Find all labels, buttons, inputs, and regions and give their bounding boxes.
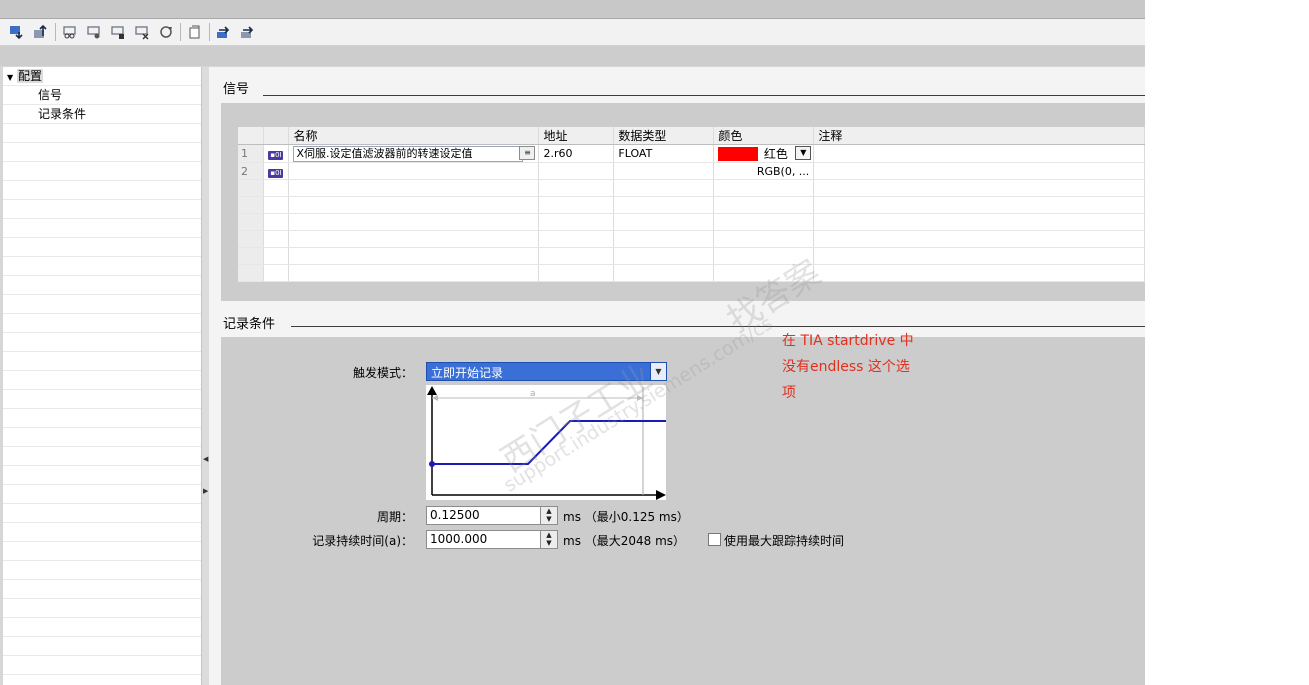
tree-root-configuration[interactable]: ▼ 配置 [7,68,43,85]
table-header-row: 名称 地址 数据类型 颜色 注释 [238,127,1145,145]
toolbar-separator [55,23,56,41]
trigger-mode-label: 触发模式： [352,366,413,380]
title-strip [0,0,1145,19]
annotation-line: 没有endless 这个选 [782,359,910,375]
browse-list-icon[interactable]: ≡ [519,146,536,160]
signal-datatype[interactable] [613,162,715,180]
signal-comment[interactable] [813,162,1145,180]
color-name: 红色 [763,147,788,161]
upload-icon[interactable] [32,23,50,41]
table-row[interactable] [238,264,1145,282]
spin-down-icon[interactable]: ▼ [541,515,557,523]
signal-comment[interactable] [813,144,1145,163]
monitor-3-icon[interactable] [109,23,127,41]
header-icon-cell [263,127,290,145]
expand-triangle-icon[interactable]: ▼ [7,73,13,82]
signal-icon-cell: ▪0I [263,162,290,180]
duration-unit: ms （最大2048 ms） [563,534,686,548]
signal-datatype[interactable]: FLOAT [613,144,715,163]
period-label: 周期： [376,510,413,524]
tree-item-signals[interactable]: 信号 [38,87,62,104]
trigger-diagram-graphic [427,386,666,500]
trigger-mode-dropdown[interactable]: 立即开始记录 ▼ [426,362,667,381]
annotation-note: 在 TIA startdrive 中 没有endless 这个选 项 [782,328,942,406]
toolbar-separator [180,23,181,41]
chevron-down-icon[interactable]: ▼ [650,363,666,380]
period-input[interactable]: 0.12500 [426,506,553,525]
duration-label: 记录持续时间(a)： [312,534,413,548]
signal-name[interactable]: X伺服.设定值滤波器前的转速设定值 [293,145,524,162]
signal-name[interactable] [288,162,540,180]
row-number: 1 [238,144,265,163]
monitor-icon[interactable] [61,23,79,41]
record-conditions-section-title: 记录条件 [223,317,276,332]
tree-item-record-conditions[interactable]: 记录条件 [38,106,86,123]
section-divider [263,95,1145,96]
arrow-out-icon[interactable] [239,23,257,41]
collapse-left-icon[interactable]: ◀ [203,455,208,463]
signals-section-title: 信号 [223,82,250,97]
signal-address[interactable] [538,162,615,180]
duration-value: 1000.000 [430,532,488,546]
table-row[interactable]: 1 ▪0I X伺服.设定值滤波器前的转速设定值 ≡ 2.r60 FLOAT 红色… [238,144,1145,163]
arrow-in-icon[interactable] [215,23,233,41]
color-dropdown-button[interactable]: ▼ [795,146,812,160]
delete-measurement-icon[interactable] [133,23,151,41]
trigger-duration-marker-label: a [530,389,536,399]
column-header-datatype[interactable]: 数据类型 [613,127,715,145]
table-row[interactable] [238,213,1145,231]
table-row[interactable] [238,179,1145,197]
table-row[interactable] [238,247,1145,265]
period-spinner[interactable]: ▲ ▼ [540,506,558,525]
toolbar-separator [209,23,210,41]
duration-input[interactable]: 1000.000 [426,530,553,549]
column-header-color[interactable]: 颜色 [713,127,815,145]
toolbar [0,19,1145,46]
table-row[interactable]: 2 ▪0I RGB(0, ... [238,162,1145,180]
tab-strip [0,46,1145,66]
signals-grid-area: 名称 地址 数据类型 颜色 注释 1 ▪0I X伺服.设定值滤波器前的转速设定值… [221,103,1145,301]
download-icon[interactable] [8,23,26,41]
table-row[interactable] [238,196,1145,214]
app-window: ▼ 配置 信号 记录条件 ◀ ▶ 信号 名称 地址 数据类型 颜色 注释 1 ▪… [0,0,1145,685]
tree-root-label: 配置 [16,69,43,83]
signal-name-cell[interactable]: X伺服.设定值滤波器前的转速设定值 ≡ [288,144,540,163]
annotation-line: 项 [782,385,796,401]
signal-icon-cell: ▪0I [263,144,290,163]
main-content: 信号 名称 地址 数据类型 颜色 注释 1 ▪0I X伺服.设定值滤波器前的转速… [209,67,1145,685]
annotation-line: 在 TIA startdrive 中 [782,333,914,349]
spin-up-icon[interactable]: ▲ [541,531,557,539]
signals-table: 名称 地址 数据类型 颜色 注释 1 ▪0I X伺服.设定值滤波器前的转速设定值… [238,127,1145,282]
color-swatch [718,146,759,161]
export-icon[interactable] [186,23,204,41]
table-row[interactable] [238,230,1145,248]
signal-address[interactable]: 2.r60 [538,144,615,163]
section-divider [291,326,1145,327]
signal-tag-icon: ▪0I [268,168,284,178]
spin-up-icon[interactable]: ▲ [541,507,557,515]
color-name: RGB(0, ... [756,164,810,178]
period-unit: ms （最小0.125 ms） [563,510,689,524]
column-header-comment[interactable]: 注释 [813,127,1145,145]
period-value: 0.12500 [430,508,480,522]
signal-color-cell[interactable]: 红色 ▼ [713,144,815,163]
duration-spinner[interactable]: ▲ ▼ [540,530,558,549]
navigation-tree: ▼ 配置 信号 记录条件 [3,67,202,685]
max-duration-checkbox-label[interactable]: 使用最大跟踪持续时间 [724,532,844,549]
signal-color-cell[interactable]: RGB(0, ... [713,162,815,180]
record-conditions-area: 触发模式： 立即开始记录 ▼ a 周期： 0.12500 ▲ ▼ ms （最小0… [221,337,1145,685]
header-corner [238,127,265,145]
monitor-2-icon[interactable] [85,23,103,41]
trigger-diagram: a [426,385,666,500]
column-header-address[interactable]: 地址 [538,127,615,145]
column-header-name[interactable]: 名称 [288,127,540,145]
expand-right-icon[interactable]: ▶ [203,487,208,495]
trigger-mode-value: 立即开始记录 [431,366,504,380]
spin-down-icon[interactable]: ▼ [541,539,557,547]
max-duration-checkbox[interactable] [708,533,721,546]
refresh-icon[interactable] [157,23,175,41]
signal-tag-icon: ▪0I [268,151,284,160]
row-number: 2 [238,162,265,180]
